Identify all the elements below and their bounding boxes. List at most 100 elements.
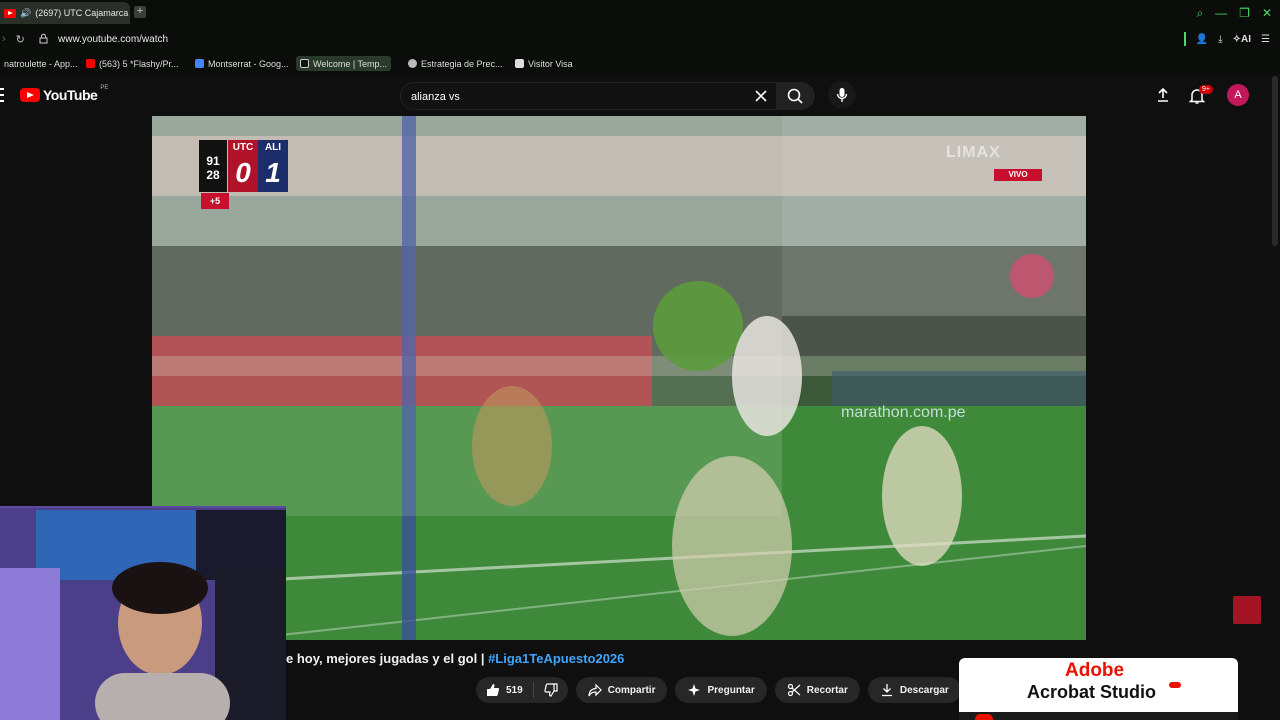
live-badge: VIVO [994,169,1042,181]
search-input[interactable]: alianza vs [400,82,777,110]
video-player[interactable] [152,116,1086,640]
download-label: Descargar [899,684,949,696]
reload-icon[interactable]: ↻ [16,33,25,46]
upload-icon[interactable] [1155,87,1171,103]
youtube-play-icon [20,88,40,102]
share-label: Compartir [607,684,656,696]
home-abbr: UTC [232,142,254,153]
download-icon[interactable]: ⤓ [1218,34,1222,45]
close-window-icon[interactable]: ✕ [1262,6,1272,21]
ask-label: Preguntar [707,684,755,696]
url-field[interactable]: www.youtube.com/watch [58,34,168,45]
clip-button[interactable]: Recortar [774,677,860,703]
new-badge-icon [1169,682,1181,688]
like-dislike-group: 519 [476,677,568,703]
like-count: 519 [506,684,523,696]
search-button[interactable] [777,82,815,110]
address-bar-row: › ↻ www.youtube.com/watch 👤 ⤓ ✧AI ☰ [0,26,1280,52]
away-abbr: ALI [264,142,282,153]
bookmark-item[interactable]: natroulette - App... [0,56,82,71]
search-icon [787,88,803,104]
away-team: ALI 1 [258,140,288,192]
clear-search-icon[interactable] [753,88,769,104]
streamer-webcam [0,506,286,720]
bookmarks-bar: natroulette - App... (563) 5 *Flashy/Pr.… [0,52,1280,74]
home-team: UTC 0 [228,140,258,192]
broadcaster-logo-icon [1233,596,1261,624]
video-title: e hoy, mejores jugadas y el gol | #Liga1… [286,651,624,666]
bookmark-item[interactable]: Montserrat - Goog... [191,56,293,71]
ask-button[interactable]: Preguntar [675,677,767,703]
bookmark-item[interactable]: Estrategia de Prec... [404,56,507,71]
youtube-favicon-icon [4,8,16,18]
webcam-frame [0,508,286,720]
bookmark-item[interactable]: Welcome | Temp... [296,56,392,71]
audio-icon[interactable]: 🔊 [20,8,31,19]
pitchside-ad: marathon.com.pe [841,404,966,421]
clip-label: Recortar [806,684,848,696]
browser-tab-bar: 🔊 (2697) UTC Cajamarca + ⌕ — ❐ ✕ [0,0,1280,26]
new-tab-button[interactable]: + [134,6,146,18]
dislike-button[interactable] [534,677,568,703]
video-actions: 519 Compartir Preguntar Recortar Descarg… [476,677,995,703]
bookmark-label: Visitor Visa [528,58,573,69]
menu-icon[interactable]: ☰ [1261,34,1270,45]
ai-button[interactable]: ✧AI [1233,34,1251,45]
google-fonts-favicon-icon [195,59,204,68]
like-button[interactable]: 519 [476,677,533,703]
youtube-favicon-icon [86,59,95,68]
scissors-icon [787,683,801,697]
country-code: PE [100,85,109,91]
visa-favicon-icon [515,59,524,68]
temp-favicon-icon [300,59,309,68]
download-button[interactable]: Descargar [867,677,961,703]
ad-footer [959,712,1238,720]
hashtag-link[interactable]: #Liga1TeApuesto2026 [488,651,624,666]
forward-icon[interactable]: › [2,33,6,45]
chatgpt-favicon-icon [408,59,417,68]
bookmark-item[interactable]: (563) 5 *Flashy/Pr... [82,56,183,71]
sparkle-icon [688,684,701,696]
ad-brand: Adobe [1065,660,1125,681]
clock-seconds: 28 [206,168,220,182]
away-score: 1 [265,157,281,188]
account-avatar[interactable]: A [1227,84,1249,106]
video-title-text: e hoy, mejores jugadas y el gol | [286,651,489,666]
share-button[interactable]: Compartir [575,677,668,703]
restore-icon[interactable]: ❐ [1239,6,1250,21]
search-tabs-icon[interactable]: ⌕ [1196,6,1203,21]
scorebug: 91 28 UTC 0 ALI 1 [199,140,289,192]
thumbs-up-icon [487,684,500,697]
voice-search-button[interactable] [828,81,856,109]
sidebar-indicator [1183,32,1186,46]
minimize-icon[interactable]: — [1215,6,1227,21]
page-scrollbar[interactable] [1272,76,1278,246]
lock-icon[interactable] [39,33,48,44]
browser-tab-active[interactable]: 🔊 (2697) UTC Cajamarca [0,2,130,24]
bookmark-label: natroulette - App... [4,58,78,69]
bookmark-label: Estrategia de Prec... [421,58,503,69]
window-controls: ⌕ — ❐ ✕ [1196,6,1272,21]
logo-text: YouTube [43,87,98,103]
address-tools: 👤 ⤓ ✧AI ☰ [1183,32,1270,46]
hamburger-menu-icon[interactable] [0,88,4,102]
youtube-logo[interactable]: YouTube PE [20,85,109,103]
ad-channel-icon [975,714,993,720]
nav-buttons: › ↻ [0,26,25,52]
bookmark-label: (563) 5 *Flashy/Pr... [99,58,179,69]
match-clock: 91 28 [199,140,227,192]
acrobat-ad[interactable]: Adobe Acrobat Studio [959,658,1238,720]
added-time: +5 [201,193,229,209]
home-score: 0 [235,157,251,188]
video-frame [152,116,1086,640]
ad-product: Acrobat Studio [1027,682,1156,702]
profile-icon[interactable]: 👤 [1196,34,1208,45]
clock-minutes: 91 [206,154,220,168]
microphone-icon [836,88,848,102]
thumbs-down-icon [544,683,558,697]
bookmark-item[interactable]: Visitor Visa [511,56,577,71]
bookmark-label: Welcome | Temp... [313,58,388,69]
tab-title: (2697) UTC Cajamarca [35,8,129,18]
ai-label: AI [1241,33,1252,45]
broadcaster-watermark: LIMAX [946,144,1001,161]
